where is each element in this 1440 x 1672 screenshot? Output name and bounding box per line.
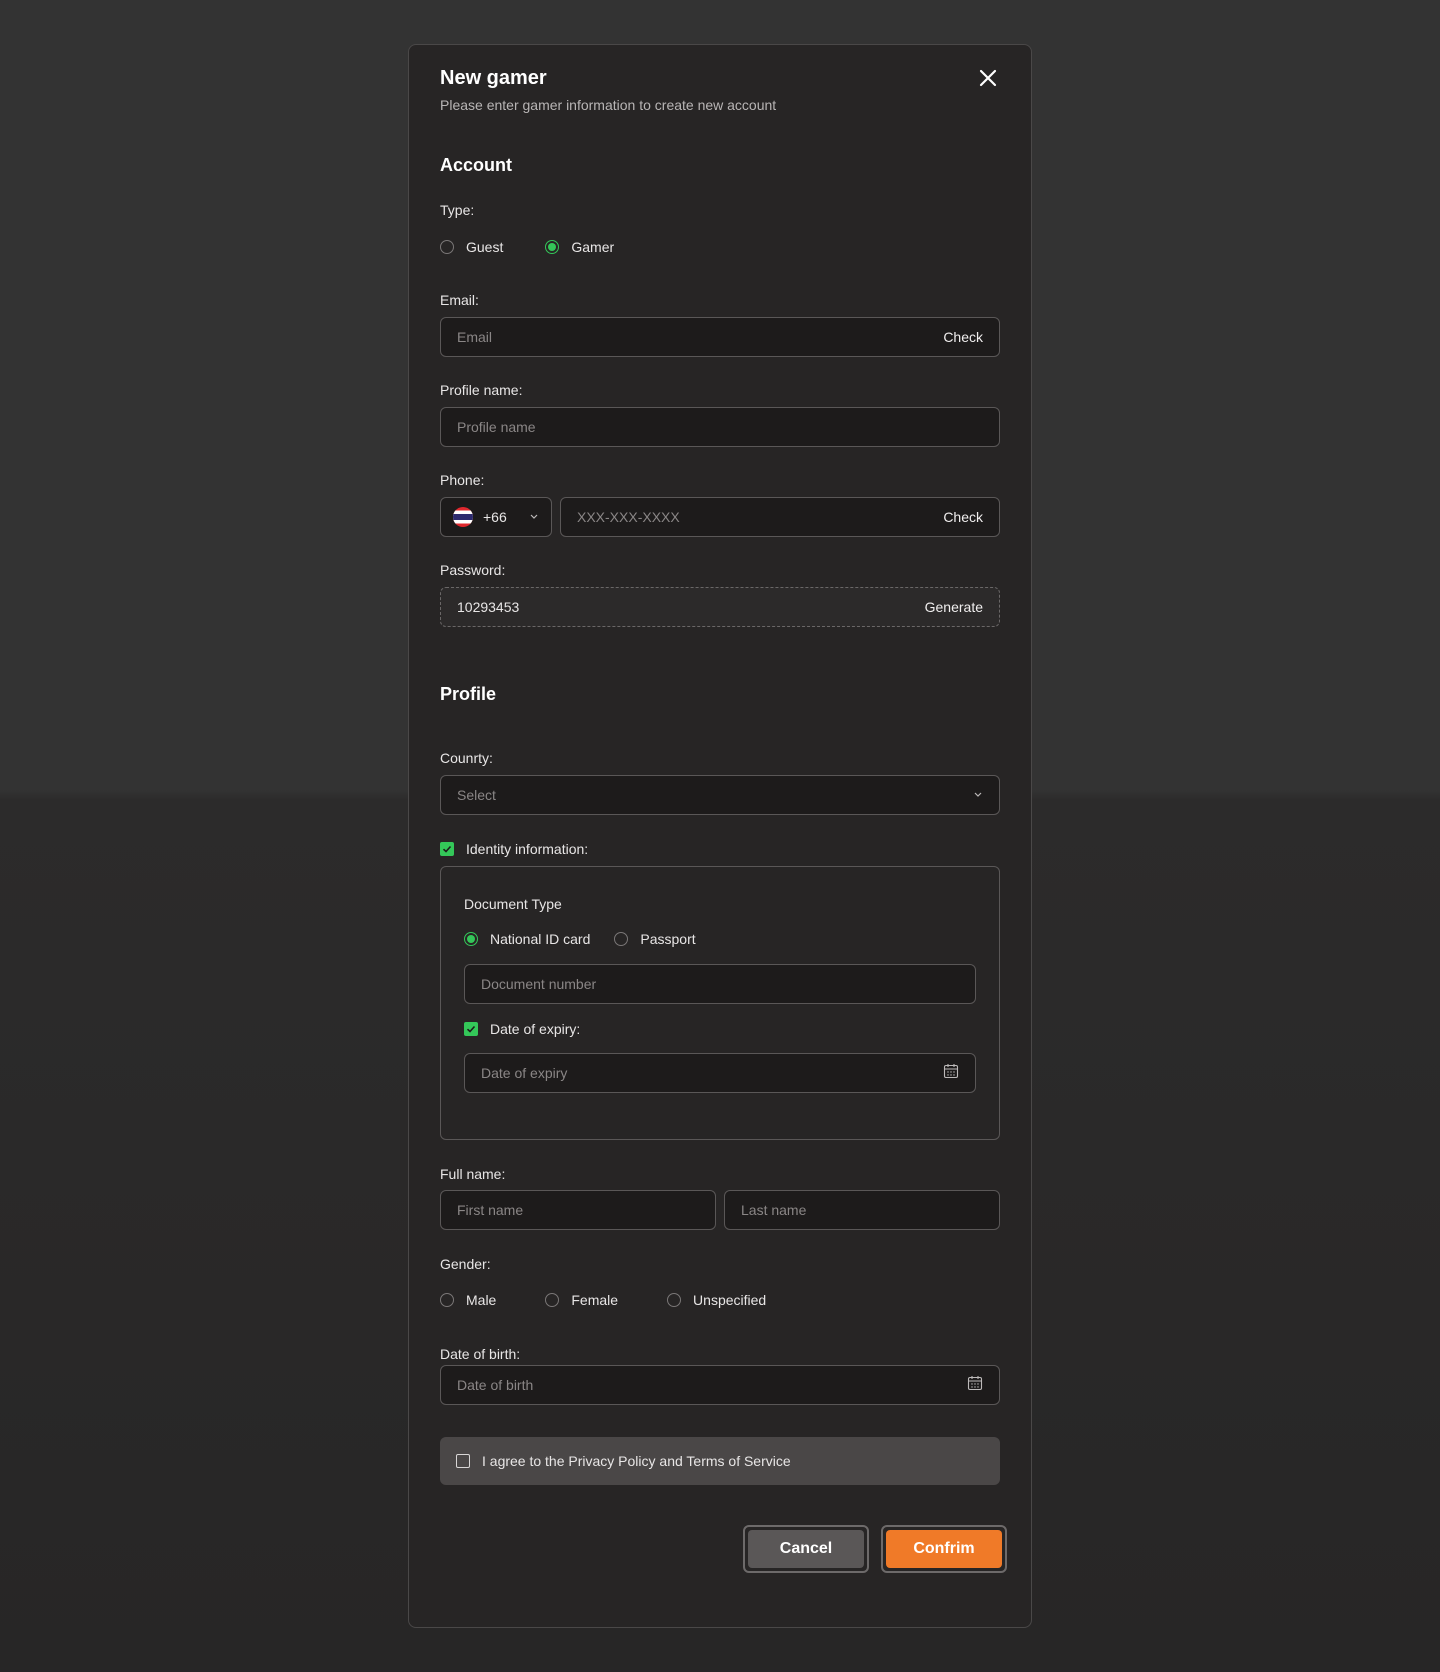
radio-female[interactable]: Female: [545, 1292, 618, 1308]
document-number-placeholder: Document number: [481, 976, 597, 992]
expiry-checkbox[interactable]: [464, 1022, 478, 1036]
close-icon[interactable]: [977, 67, 999, 89]
email-label: Email:: [440, 292, 479, 308]
thailand-flag-icon: [453, 507, 473, 527]
profile-name-field[interactable]: Profile name: [440, 407, 1000, 447]
cancel-button[interactable]: Cancel: [743, 1525, 869, 1573]
radio-gamer[interactable]: Gamer: [545, 239, 614, 255]
expiry-placeholder: Date of expiry: [481, 1065, 568, 1081]
document-type-radio-group: National ID card Passport: [464, 931, 738, 947]
date-of-expiry-checkbox-row[interactable]: Date of expiry:: [464, 1021, 580, 1037]
confirm-button[interactable]: Confrim: [881, 1525, 1007, 1573]
radio-passport[interactable]: Passport: [614, 931, 696, 947]
password-value: 10293453: [457, 599, 520, 615]
profile-heading: Profile: [440, 684, 497, 704]
last-name-placeholder: Last name: [741, 1202, 807, 1218]
calendar-icon[interactable]: [967, 1375, 983, 1396]
gender-radio-group: Male Female Unspecified: [440, 1292, 808, 1308]
radio-circle-checked: [464, 932, 478, 946]
radio-male[interactable]: Male: [440, 1292, 496, 1308]
checkmark-icon: [466, 1025, 476, 1033]
phone-label: Phone:: [440, 472, 485, 488]
radio-circle: [440, 1293, 454, 1307]
country-placeholder: Select: [457, 787, 496, 803]
radio-circle: [440, 240, 454, 254]
radio-circle: [545, 1293, 560, 1307]
calendar-icon[interactable]: [943, 1063, 959, 1084]
agree-label: I agree to the Privacy Policy and Terms …: [482, 1453, 791, 1469]
identity-information-box: Document Type National ID card Passport …: [440, 866, 1000, 1140]
date-of-birth-field[interactable]: Date of birth: [440, 1365, 1000, 1405]
modal-title: New gamer: [440, 67, 547, 89]
radio-circle-checked: [545, 240, 560, 254]
radio-label: Passport: [640, 931, 696, 947]
agree-checkbox[interactable]: [456, 1454, 470, 1468]
profile-name-label: Profile name:: [440, 382, 523, 398]
password-label: Password:: [440, 562, 506, 578]
cancel-button-label: Cancel: [748, 1530, 864, 1568]
chevron-down-icon: [529, 508, 539, 526]
new-gamer-modal: New gamer Please enter gamer information…: [408, 44, 1032, 1628]
chevron-down-icon: [973, 786, 983, 804]
email-field[interactable]: Email Check: [440, 317, 1000, 357]
radio-label: National ID card: [490, 931, 591, 947]
dob-placeholder: Date of birth: [457, 1377, 534, 1393]
confirm-button-label: Confrim: [886, 1530, 1002, 1568]
radio-label: Guest: [466, 239, 504, 255]
phone-check-button[interactable]: Check: [943, 509, 983, 525]
country-select[interactable]: Select: [440, 775, 1000, 815]
account-heading: Account: [440, 155, 512, 175]
document-number-field[interactable]: Document number: [464, 964, 976, 1004]
first-name-field[interactable]: First name: [440, 1190, 716, 1230]
full-name-label: Full name:: [440, 1166, 506, 1182]
phone-placeholder: XXX-XXX-XXXX: [577, 509, 680, 525]
profile-name-placeholder: Profile name: [457, 419, 536, 435]
checkmark-icon: [442, 845, 452, 853]
identity-label: Identity information:: [466, 841, 589, 857]
radio-national-id[interactable]: National ID card: [464, 931, 590, 947]
country-label: Counrty:: [440, 750, 493, 766]
radio-circle: [667, 1293, 682, 1307]
identity-checkbox[interactable]: [440, 842, 454, 856]
radio-unspecified[interactable]: Unspecified: [667, 1292, 766, 1308]
last-name-field[interactable]: Last name: [724, 1190, 1000, 1230]
radio-circle: [614, 932, 629, 946]
radio-label: Unspecified: [693, 1292, 767, 1308]
radio-label: Male: [466, 1292, 497, 1308]
date-of-expiry-field[interactable]: Date of expiry: [464, 1053, 976, 1093]
date-of-birth-label: Date of birth:: [440, 1346, 521, 1362]
expiry-label: Date of expiry:: [490, 1021, 581, 1037]
email-check-button[interactable]: Check: [943, 329, 983, 345]
generate-password-button[interactable]: Generate: [925, 599, 983, 615]
radio-label: Female: [571, 1292, 619, 1308]
gender-label: Gender:: [440, 1256, 491, 1272]
radio-label: Gamer: [571, 239, 615, 255]
type-label: Type:: [440, 202, 475, 218]
document-type-label: Document Type: [464, 896, 562, 912]
phone-number-field[interactable]: XXX-XXX-XXXX Check: [560, 497, 1000, 537]
modal-subtitle: Please enter gamer information to create…: [440, 97, 777, 113]
email-placeholder: Email: [457, 329, 493, 345]
password-field[interactable]: 10293453 Generate: [440, 587, 1000, 627]
first-name-placeholder: First name: [457, 1202, 524, 1218]
identity-information-checkbox-row[interactable]: Identity information:: [440, 841, 588, 857]
radio-guest[interactable]: Guest: [440, 239, 503, 255]
phone-country-code-select[interactable]: +66: [440, 497, 552, 537]
phone-code-value: +66: [483, 509, 507, 525]
agree-terms-row[interactable]: I agree to the Privacy Policy and Terms …: [440, 1437, 1000, 1485]
account-type-radio-group: Guest Gamer: [440, 239, 656, 255]
